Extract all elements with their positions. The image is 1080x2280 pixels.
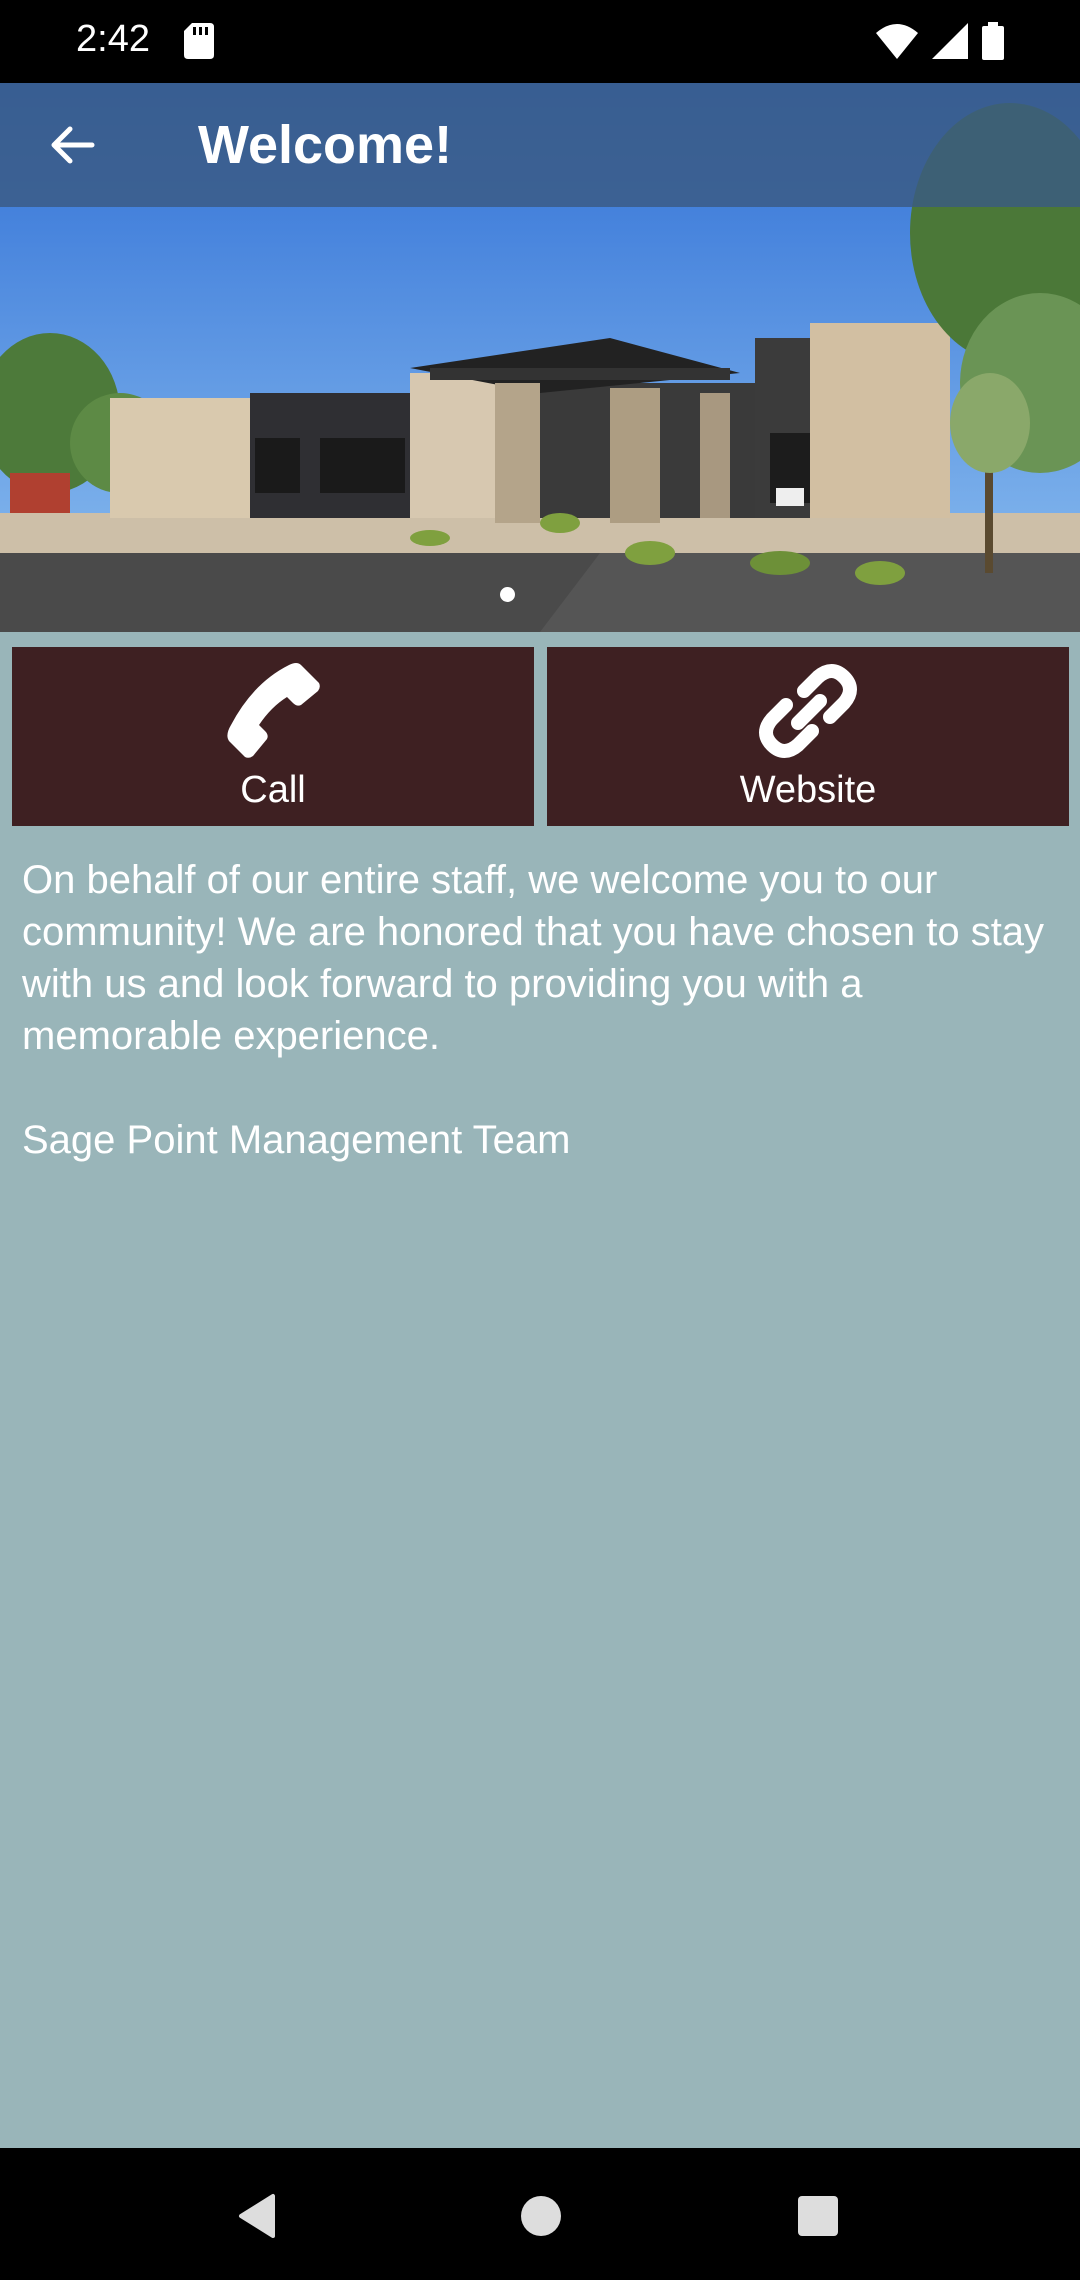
system-nav-bar [0,2148,1080,2280]
signal-icon [932,23,968,59]
status-bar: 2:42 [0,0,1080,83]
nav-recents-icon[interactable] [790,2188,846,2244]
wifi-icon [876,24,918,59]
hero-image-carousel[interactable]: Welcome! [0,83,1080,632]
sd-card-icon [184,23,214,59]
app-bar: Welcome! [0,83,1080,207]
phone-icon [227,663,320,758]
page-title: Welcome! [198,115,453,175]
carousel-page-indicator [500,587,515,602]
call-button[interactable]: Call [12,647,534,826]
nav-home-icon[interactable] [513,2188,569,2244]
arrow-back-icon [51,126,95,164]
signature: Sage Point Management Team [22,1118,571,1162]
call-label: Call [240,769,306,811]
battery-icon [982,22,1004,60]
website-button[interactable]: Website [547,647,1069,826]
status-time: 2:42 [76,18,150,60]
website-label: Website [739,769,877,811]
back-button[interactable] [40,113,104,177]
nav-back-icon[interactable] [231,2188,287,2244]
link-icon [759,664,857,758]
welcome-message: On behalf of our entire staff, we welcom… [22,858,1045,1058]
